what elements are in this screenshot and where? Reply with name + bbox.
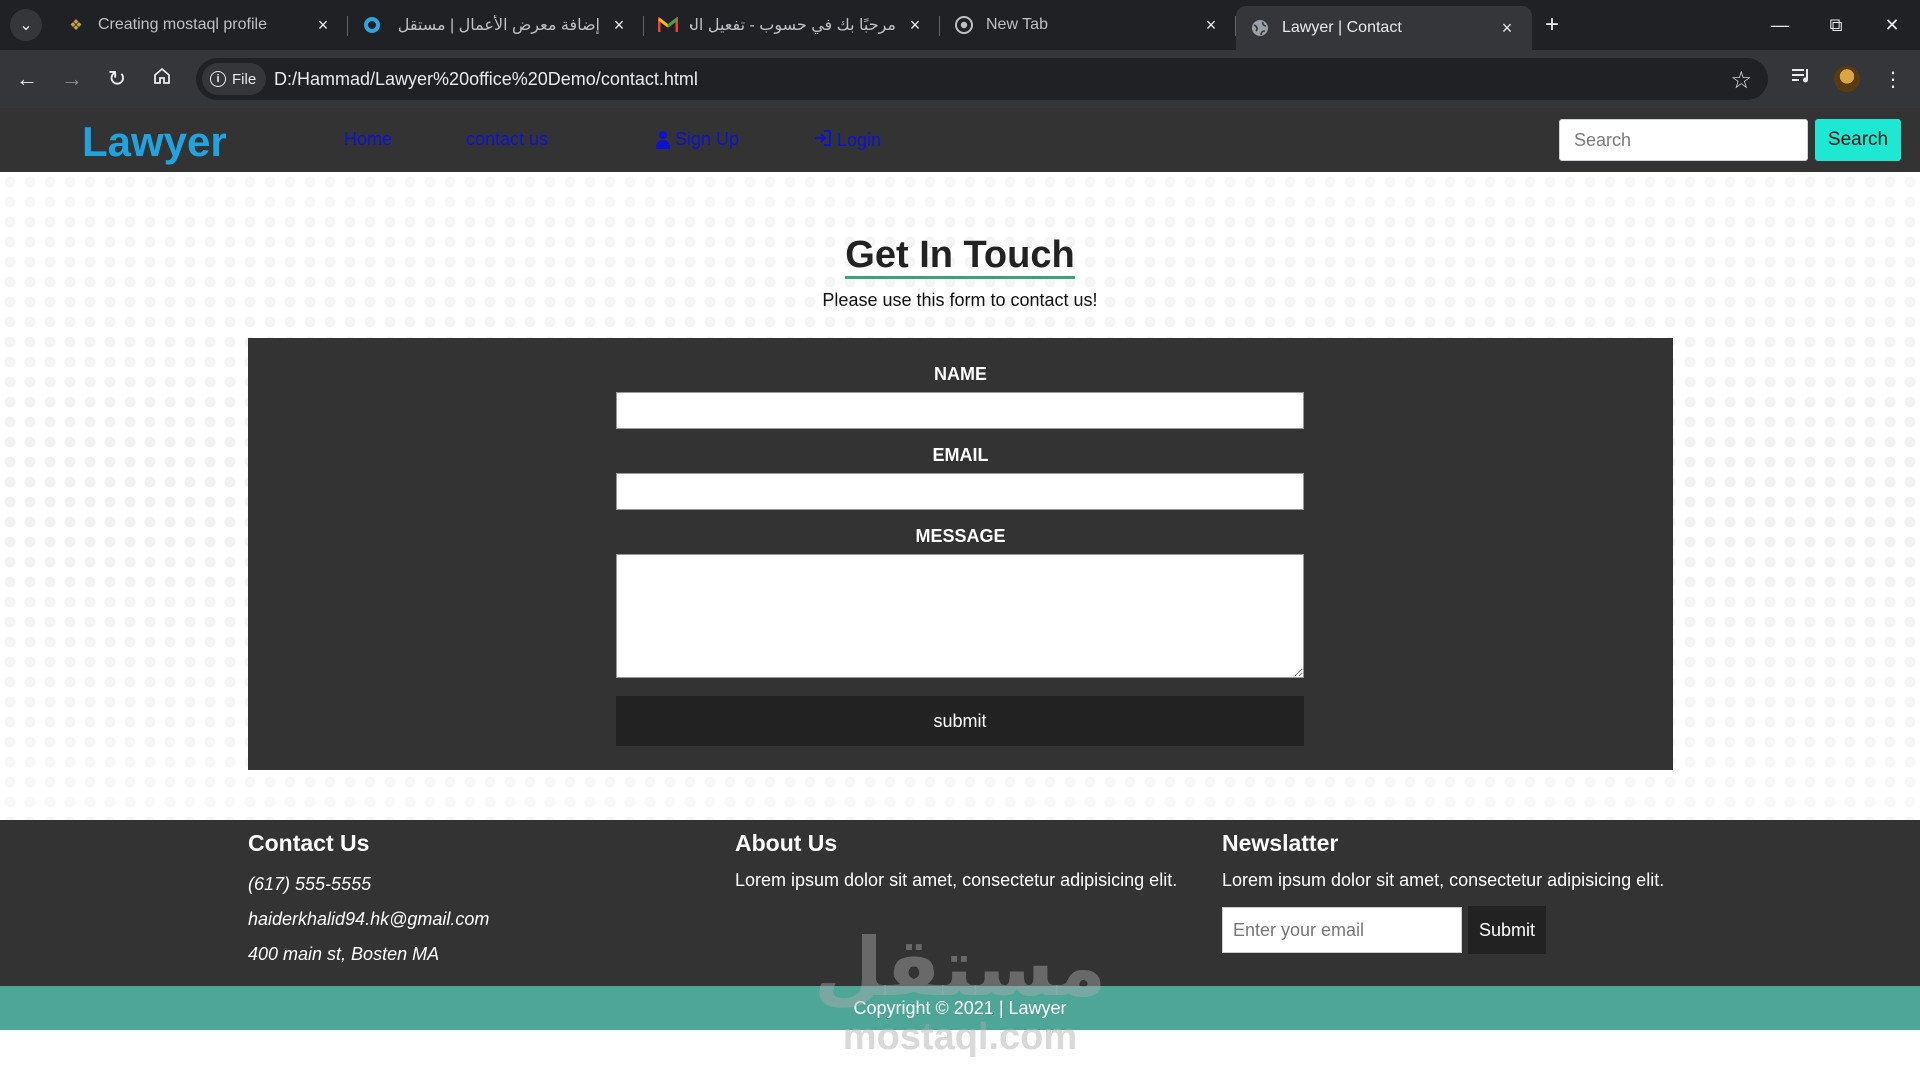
browser-tab[interactable]: مرحبًا بك في حسوب - تفعيل الحساب × bbox=[644, 0, 940, 50]
footer-phone: (617) 555-5555 bbox=[248, 874, 372, 894]
browser-tab[interactable]: ❖ Creating mostaql profile × bbox=[52, 0, 348, 50]
login-icon bbox=[813, 129, 833, 152]
restore-button[interactable]: ⧉ bbox=[1808, 0, 1864, 50]
tab-title: مرحبًا بك في حسوب - تفعيل الحساب bbox=[690, 17, 896, 34]
mostaql-icon bbox=[362, 15, 382, 35]
tab-title: Creating mostaql profile bbox=[98, 16, 267, 33]
brand-logo[interactable]: Lawyer bbox=[82, 118, 227, 166]
tab-title: إضافة معرض الأعمال | مستقل bbox=[397, 17, 600, 34]
email-label: EMAIL bbox=[932, 445, 989, 465]
nav-link-signup[interactable]: Sign Up bbox=[655, 129, 739, 150]
footer-contact-heading: Contact Us bbox=[248, 830, 370, 856]
watermark-text: mostaql.com bbox=[842, 1016, 1078, 1058]
tab-list: ❖ Creating mostaql profile × إضافة معرض … bbox=[52, 0, 1572, 50]
contact-section: Get In Touch Please use this form to con… bbox=[0, 172, 1920, 820]
star-icon[interactable]: ☆ bbox=[1730, 66, 1752, 95]
playlist-icon bbox=[1791, 67, 1811, 91]
nav-link-label: Home bbox=[344, 129, 393, 149]
tab-search-button[interactable]: ⌄ bbox=[10, 9, 42, 41]
close-icon[interactable]: × bbox=[312, 14, 334, 36]
name-field[interactable] bbox=[616, 392, 1304, 429]
contact-form: NAME EMAIL MESSAGE submit bbox=[248, 338, 1673, 770]
site-navbar: Lawyer Home contact us Sign Up Login Sea… bbox=[0, 108, 1920, 172]
browser-tab-strip: ⌄ ❖ Creating mostaql profile × إضافة معر… bbox=[0, 0, 1920, 50]
close-icon[interactable]: × bbox=[1496, 17, 1518, 39]
search-button[interactable]: Search bbox=[1815, 119, 1901, 161]
plus-icon: + bbox=[1544, 11, 1559, 38]
user-icon bbox=[655, 130, 671, 149]
home-icon bbox=[152, 66, 172, 92]
close-icon: ✕ bbox=[1884, 14, 1900, 35]
footer-about-heading: About Us bbox=[735, 830, 838, 856]
kebab-menu-icon: ⋮ bbox=[1883, 68, 1903, 91]
chrome-icon bbox=[954, 15, 974, 35]
email-field[interactable] bbox=[616, 473, 1304, 510]
nav-link-label: Login bbox=[837, 130, 882, 150]
close-icon[interactable]: × bbox=[1200, 14, 1222, 36]
minimize-button[interactable]: — bbox=[1752, 0, 1808, 50]
page-subtitle: Please use this form to contact us! bbox=[822, 290, 1098, 310]
search-input[interactable] bbox=[1559, 119, 1808, 161]
forward-button[interactable]: → bbox=[55, 62, 89, 96]
address-bar[interactable]: i File D:/Hammad/Lawyer%20office%20Demo/… bbox=[196, 58, 1768, 100]
footer-newsletter-text: Lorem ipsum dolor sit amet, consectetur … bbox=[1222, 870, 1665, 890]
window-controls: — ⧉ ✕ bbox=[1752, 0, 1920, 50]
nav-link-label: contact us bbox=[466, 129, 549, 149]
chevron-down-icon: ⌄ bbox=[19, 17, 33, 34]
browser-tab[interactable]: New Tab × bbox=[940, 0, 1236, 50]
footer-newsletter-heading: Newslatter bbox=[1222, 830, 1339, 856]
nav-link-login[interactable]: Login bbox=[813, 129, 881, 152]
footer-email: haiderkhalid94.hk@gmail.com bbox=[248, 909, 490, 929]
footer-about-text: Lorem ipsum dolor sit amet, consectetur … bbox=[735, 870, 1178, 890]
message-field[interactable] bbox=[616, 554, 1304, 678]
reload-button[interactable]: ↻ bbox=[100, 62, 134, 96]
nav-link-home[interactable]: Home bbox=[344, 129, 392, 150]
tab-title: New Tab bbox=[986, 16, 1048, 33]
globe-icon bbox=[1250, 18, 1270, 38]
new-tab-button[interactable]: + bbox=[1532, 0, 1572, 50]
file-chip-label: File bbox=[232, 70, 257, 88]
media-controls-button[interactable] bbox=[1784, 62, 1818, 96]
tab-title: Lawyer | Contact bbox=[1282, 19, 1402, 36]
submit-button[interactable]: submit bbox=[616, 696, 1304, 746]
browser-tab-active[interactable]: Lawyer | Contact × bbox=[1236, 6, 1532, 50]
url-text[interactable]: D:/Hammad/Lawyer%20office%20Demo/contact… bbox=[274, 69, 698, 90]
close-icon[interactable]: × bbox=[904, 14, 926, 36]
menu-button[interactable]: ⋮ bbox=[1876, 62, 1910, 96]
avatar bbox=[1834, 66, 1860, 92]
site-info-chip[interactable]: i File bbox=[202, 63, 267, 95]
nav-link-contact[interactable]: contact us bbox=[466, 129, 548, 150]
reload-icon: ↻ bbox=[107, 66, 127, 91]
home-button[interactable] bbox=[145, 62, 179, 96]
close-window-button[interactable]: ✕ bbox=[1864, 0, 1920, 50]
profile-button[interactable] bbox=[1830, 62, 1864, 96]
gmail-icon bbox=[658, 15, 678, 35]
restore-icon: ⧉ bbox=[1829, 14, 1843, 35]
browser-toolbar: ← → ↻ i File D:/Hammad/Lawyer%20office%2… bbox=[0, 50, 1920, 108]
browser-tab[interactable]: إضافة معرض الأعمال | مستقل × bbox=[348, 0, 644, 50]
arrow-left-icon: ← bbox=[16, 66, 38, 91]
minimize-icon: — bbox=[1771, 14, 1789, 35]
name-label: NAME bbox=[934, 364, 987, 384]
back-button[interactable]: ← bbox=[10, 62, 44, 96]
page-title: Get In Touch bbox=[0, 234, 1920, 279]
info-icon: i bbox=[210, 71, 226, 87]
watermark-logo: مستقل bbox=[813, 923, 1107, 1012]
message-label: MESSAGE bbox=[915, 526, 1006, 546]
close-icon[interactable]: × bbox=[608, 14, 630, 36]
nav-link-label: Sign Up bbox=[675, 129, 740, 149]
arrow-right-icon: → bbox=[61, 66, 83, 91]
pin-icon: ❖ bbox=[69, 17, 83, 34]
toolbar-actions: ⋮ bbox=[1784, 62, 1910, 96]
